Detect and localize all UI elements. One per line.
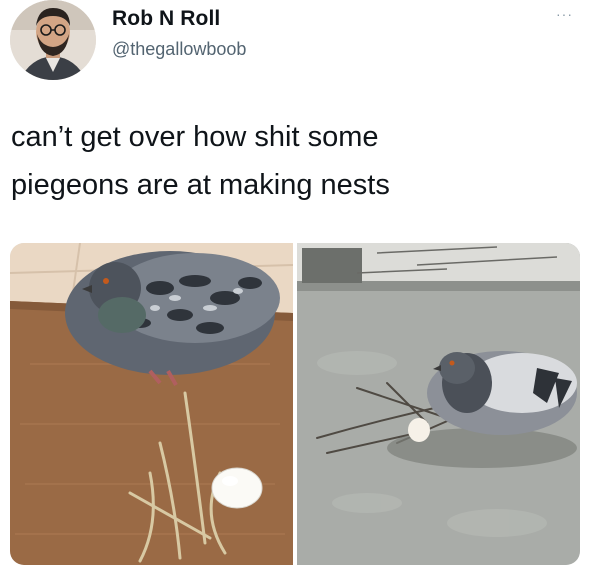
avatar-icon <box>10 0 96 80</box>
tweet-text-line: can’t get over how shit some <box>11 121 379 153</box>
tweet-text-line: piegeons are at making nests <box>11 169 390 201</box>
display-name[interactable]: Rob N Roll <box>112 7 220 31</box>
media-image-right[interactable] <box>297 243 580 565</box>
user-handle[interactable]: @thegallowboob <box>112 39 246 60</box>
tweet-card: Rob N Roll @thegallowboob ··· can’t get … <box>0 0 599 577</box>
tweet-text: can’t get over how shit some piegeons ar… <box>11 113 571 209</box>
pigeon-on-doormat-photo <box>10 243 293 565</box>
avatar[interactable] <box>10 0 96 80</box>
tweet-media[interactable] <box>10 243 580 565</box>
pigeon-on-ground-photo <box>297 243 580 565</box>
more-options-icon[interactable]: ··· <box>556 6 573 22</box>
media-image-left[interactable] <box>10 243 293 565</box>
